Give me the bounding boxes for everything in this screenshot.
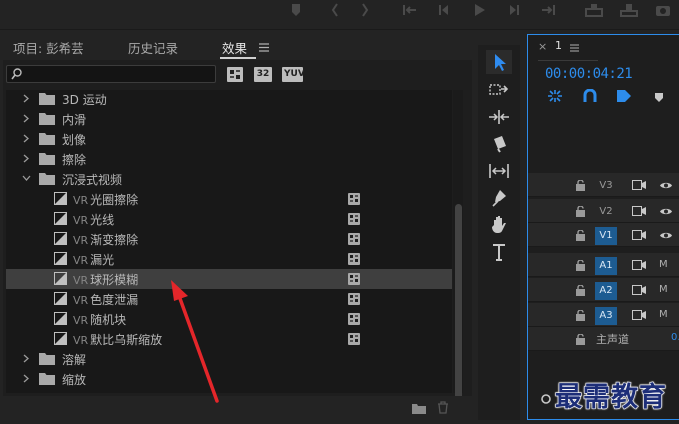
annotation-arrow — [171, 280, 219, 403]
watermark-logo: 最需教育 — [554, 381, 667, 413]
